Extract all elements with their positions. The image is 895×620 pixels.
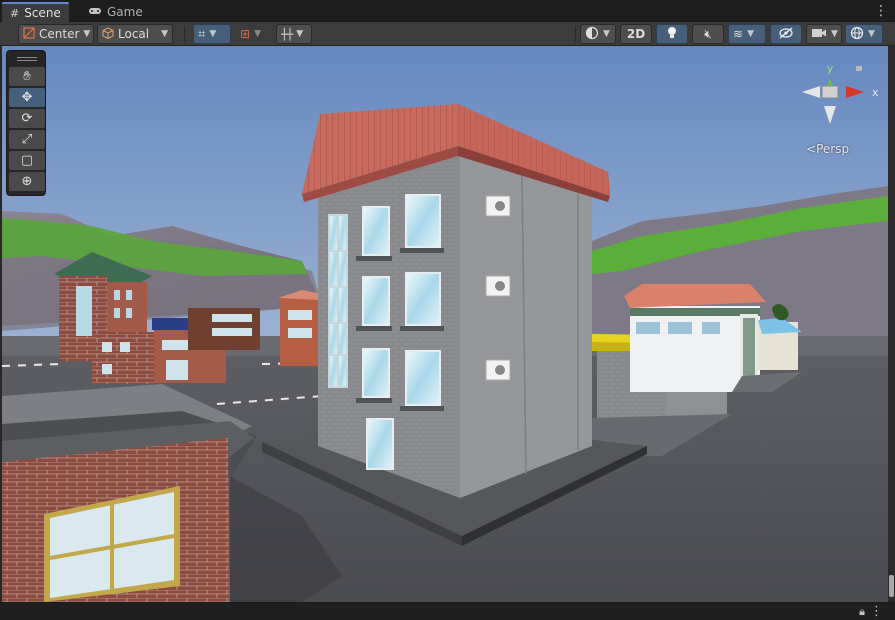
move-tool-button[interactable]: ✥	[9, 88, 45, 107]
effects-dropdown[interactable]: ≋ ▼	[728, 24, 766, 44]
2d-mode-toggle[interactable]: 2D	[620, 24, 652, 44]
rotate-icon: ⟳	[21, 111, 33, 126]
hand-tool-button[interactable]: ✋︎	[9, 67, 45, 86]
rotate-tool-button[interactable]: ⟳	[9, 109, 45, 128]
shading-icon	[585, 26, 599, 43]
2d-label: 2D	[626, 27, 646, 41]
palette-drag-handle[interactable]	[17, 57, 37, 61]
axis-x-label: x	[872, 86, 879, 99]
increment-snap-toggle[interactable]: ⊞ ▼	[235, 24, 273, 44]
pivot-mode-label: Center	[39, 27, 80, 41]
gizmos-dropdown[interactable]: ▼	[845, 24, 883, 44]
toolbar-divider	[575, 26, 576, 42]
scrollbar-thumb[interactable]	[889, 575, 894, 597]
rect-icon: ▢	[20, 153, 34, 168]
projection-label: Persp	[816, 142, 850, 156]
status-bar: 🔒︎ ⋮	[0, 602, 895, 620]
audio-mute-icon: 🔇︎	[704, 26, 712, 41]
grid-visibility-toggle[interactable]: ┼┼ ▼	[276, 24, 312, 44]
move-icon: ✥	[21, 90, 33, 105]
tab-bar: # Scene Game ⋮	[0, 0, 895, 22]
lighting-toggle[interactable]	[656, 24, 688, 44]
pivot-rotation-label: Local	[118, 27, 150, 41]
chevron-down-icon: ▼	[831, 29, 838, 39]
tab-game[interactable]: Game	[80, 2, 151, 22]
chevron-down-icon: ▼	[161, 29, 168, 39]
gamepad-icon	[88, 5, 102, 19]
grid-snap-toggle[interactable]: ⌗ ▼	[193, 24, 231, 44]
chevron-down-icon: ▼	[254, 29, 261, 39]
eye-slash-icon	[778, 27, 794, 42]
tab-scene-label: Scene	[24, 6, 61, 20]
scene-toolbar: Center ▼ Local ▼ ⌗ ▼ ⊞ ▼ ┼┼ ▼ ▼ 2D 🔇︎ ≋ …	[0, 22, 895, 46]
tool-palette: ✋︎ ✥ ⟳ ⤢ ▢ ⊕	[6, 50, 46, 196]
draw-mode-dropdown[interactable]: ▼	[580, 24, 616, 44]
hand-icon: ✋︎	[23, 69, 31, 84]
pivot-rotation-dropdown[interactable]: Local ▼	[97, 24, 173, 44]
chevron-down-icon: ▼	[209, 29, 217, 39]
lightbulb-icon	[666, 26, 678, 43]
cube-icon	[102, 26, 114, 42]
grid-snap-icon: ⌗	[198, 26, 206, 42]
chevron-down-icon: ▼	[603, 29, 610, 39]
tab-scene[interactable]: # Scene	[2, 2, 69, 22]
chevron-left-icon: <	[806, 142, 817, 156]
rect-tool-button[interactable]: ▢	[9, 151, 45, 170]
transform-icon: ⊕	[21, 174, 33, 189]
scale-tool-button[interactable]: ⤢	[9, 130, 45, 149]
lock-icon[interactable]: 🔒︎	[859, 605, 865, 619]
layers-icon: ≋	[733, 27, 744, 41]
grid-lines-icon: ┼┼	[281, 27, 293, 41]
hidden-objects-toggle[interactable]	[770, 24, 802, 44]
tab-game-label: Game	[107, 5, 143, 19]
globe-icon	[850, 26, 864, 43]
scene-window: # Scene Game ⋮ Center ▼ Local ▼ ⌗ ▼ ⊞ ▼ …	[0, 0, 895, 620]
axis-y-label: y	[827, 62, 834, 75]
snap-icon: ⊞	[240, 27, 251, 41]
audio-toggle[interactable]: 🔇︎	[692, 24, 724, 44]
chevron-down-icon: ▼	[868, 29, 875, 39]
chevron-down-icon: ▼	[296, 29, 304, 39]
chevron-down-icon: ▼	[83, 29, 91, 39]
camera-dropdown[interactable]: ▼	[806, 24, 842, 44]
grid-icon: #	[10, 6, 20, 20]
kebab-menu-icon[interactable]: ⋮	[870, 604, 883, 619]
pivot-mode-dropdown[interactable]: Center ▼	[18, 24, 94, 44]
camera-icon	[811, 27, 827, 41]
chevron-down-icon: ▼	[747, 29, 754, 39]
vertical-scrollbar[interactable]	[888, 46, 895, 602]
axis-gizmo-icon: y x	[788, 49, 879, 124]
projection-toggle[interactable]: <Persp	[806, 142, 849, 156]
kebab-menu-icon[interactable]: ⋮	[874, 3, 888, 19]
transform-tool-button[interactable]: ⊕	[9, 172, 45, 191]
scale-icon: ⤢	[21, 132, 33, 147]
pivot-icon	[23, 26, 35, 42]
toolbar-divider	[184, 26, 185, 42]
scene-render	[2, 46, 888, 602]
scene-viewport[interactable]	[2, 46, 888, 602]
